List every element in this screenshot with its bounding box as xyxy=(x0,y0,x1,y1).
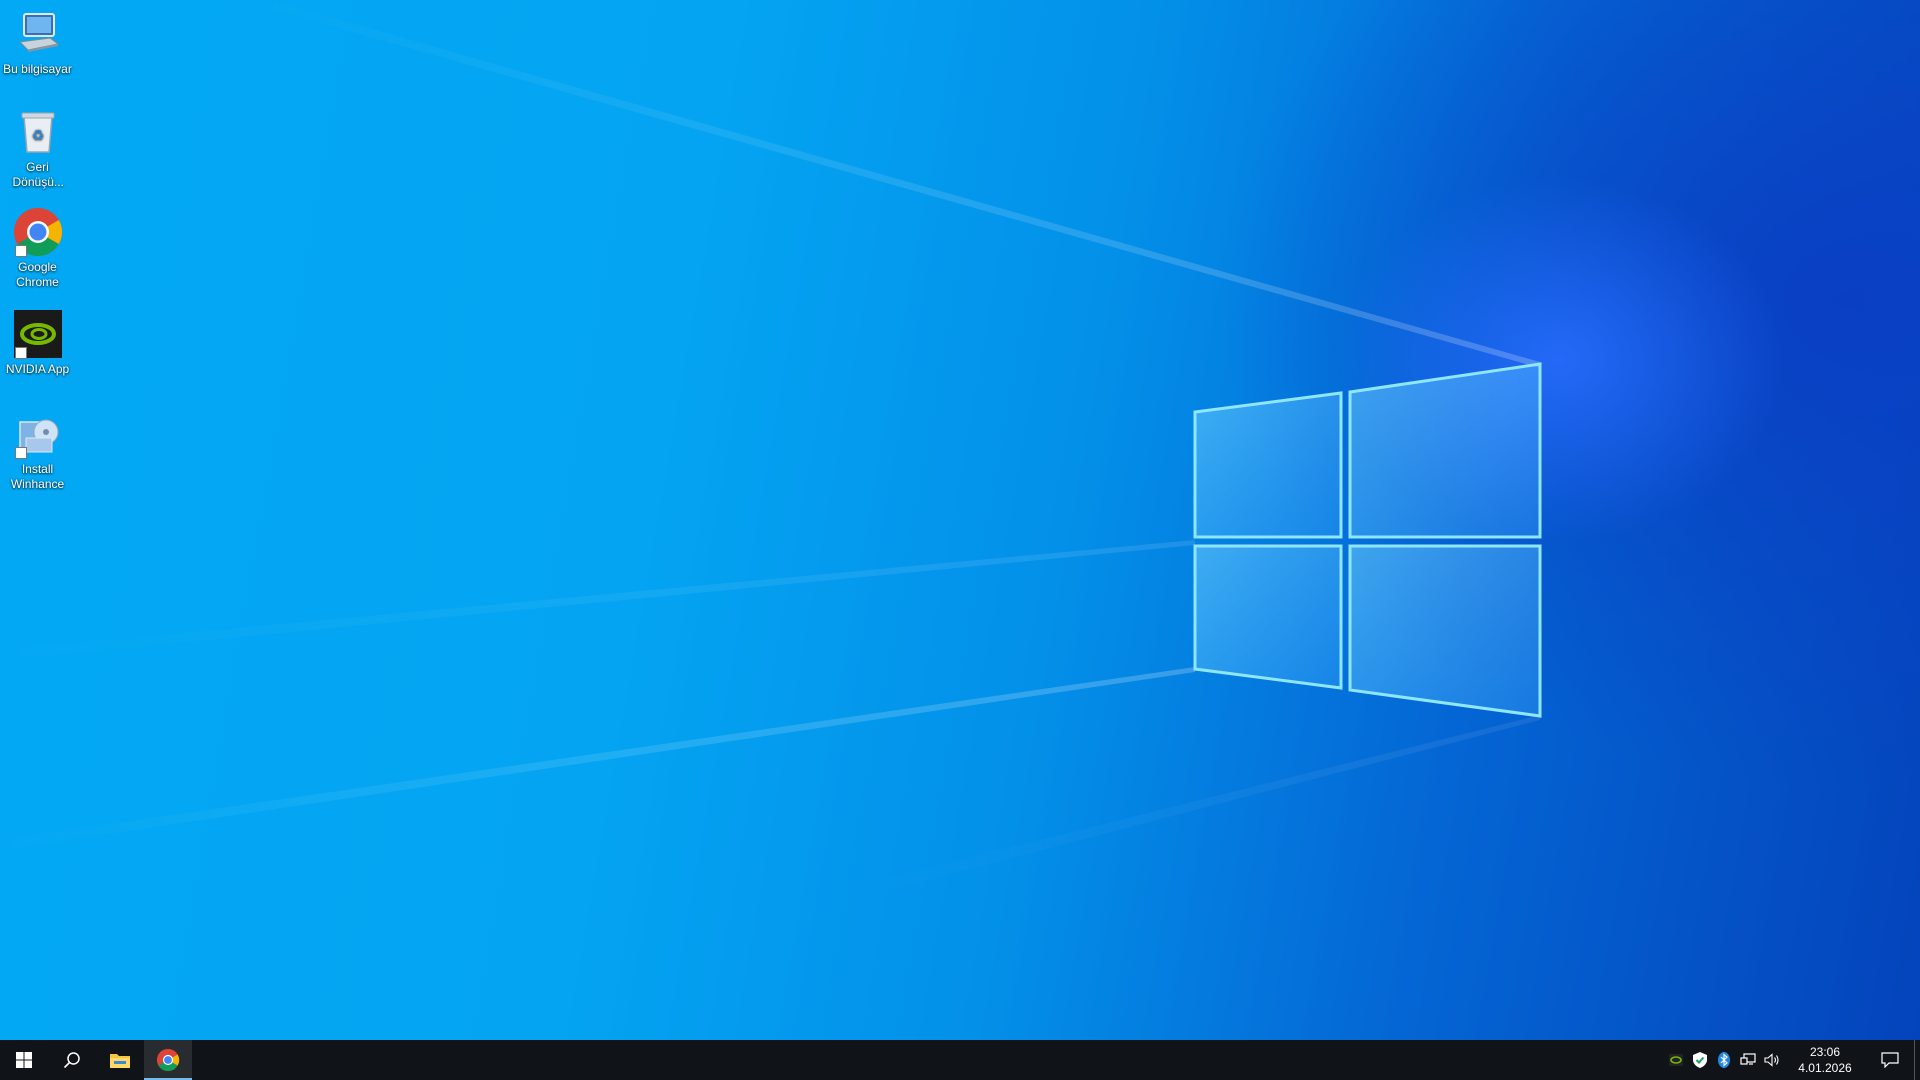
windows-logo-icon xyxy=(16,1052,32,1068)
action-center-button[interactable] xyxy=(1866,1040,1914,1080)
search-button[interactable] xyxy=(48,1040,96,1080)
security-shield-icon[interactable] xyxy=(1688,1040,1712,1080)
nvidia-icon xyxy=(12,308,64,360)
desktop-icon-label: Geri Dönüşü... xyxy=(12,160,64,189)
shortcut-arrow-icon xyxy=(14,245,27,257)
clock-time: 23:06 xyxy=(1809,1045,1841,1059)
desktop-icon-label: NVIDIA App xyxy=(5,362,70,376)
folder-icon xyxy=(110,1054,130,1068)
recycle-bin-icon: ♻ xyxy=(12,106,64,158)
shortcut-arrow-icon xyxy=(14,347,27,359)
system-tray: 23:06 4.01.2026 xyxy=(1664,1040,1920,1080)
bluetooth-icon[interactable] xyxy=(1712,1040,1736,1080)
desktop-icon-label: Bu bilgisayar xyxy=(3,62,72,76)
desktop[interactable]: Bu bilgisayar ♻ Geri Dönüşü... Google Ch… xyxy=(0,0,1920,1040)
wallpaper xyxy=(0,0,1542,900)
taskbar-file-explorer[interactable] xyxy=(96,1040,144,1080)
notification-icon xyxy=(1881,1052,1899,1068)
show-desktop-button[interactable] xyxy=(1914,1040,1920,1080)
desktop-icon-label: Install Winhance xyxy=(10,462,65,491)
taskbar-clock[interactable]: 23:06 4.01.2026 xyxy=(1784,1040,1866,1080)
nvidia-tray-icon[interactable] xyxy=(1664,1040,1688,1080)
start-button[interactable] xyxy=(0,1040,48,1080)
installer-icon xyxy=(12,408,64,460)
light-beam xyxy=(850,715,1540,900)
volume-icon[interactable] xyxy=(1760,1040,1784,1080)
windows-logo-wallpaper xyxy=(1193,362,1542,718)
light-beam xyxy=(240,0,1540,368)
chrome-icon xyxy=(156,1048,180,1072)
desktop-icon-google-chrome[interactable]: Google Chrome xyxy=(0,206,75,290)
this-pc-icon xyxy=(12,8,64,60)
search-icon xyxy=(63,1052,80,1069)
clock-date: 4.01.2026 xyxy=(1798,1061,1852,1075)
desktop-icon-install-winhance[interactable]: Install Winhance xyxy=(0,408,75,492)
light-beam xyxy=(0,667,1195,850)
desktop-icon-label: Google Chrome xyxy=(16,260,59,289)
svg-text:♻: ♻ xyxy=(31,128,44,144)
taskbar: 23:06 4.01.2026 xyxy=(0,1040,1920,1080)
light-beam xyxy=(0,540,1195,660)
taskbar-google-chrome[interactable] xyxy=(144,1040,192,1080)
desktop-icon-this-pc[interactable]: Bu bilgisayar xyxy=(0,8,75,77)
desktop-icon-recycle-bin[interactable]: ♻ Geri Dönüşü... xyxy=(0,106,75,190)
network-icon[interactable] xyxy=(1736,1040,1760,1080)
desktop-icon-nvidia-app[interactable]: NVIDIA App xyxy=(0,308,75,377)
chrome-icon xyxy=(12,206,64,258)
shortcut-arrow-icon xyxy=(14,447,27,459)
